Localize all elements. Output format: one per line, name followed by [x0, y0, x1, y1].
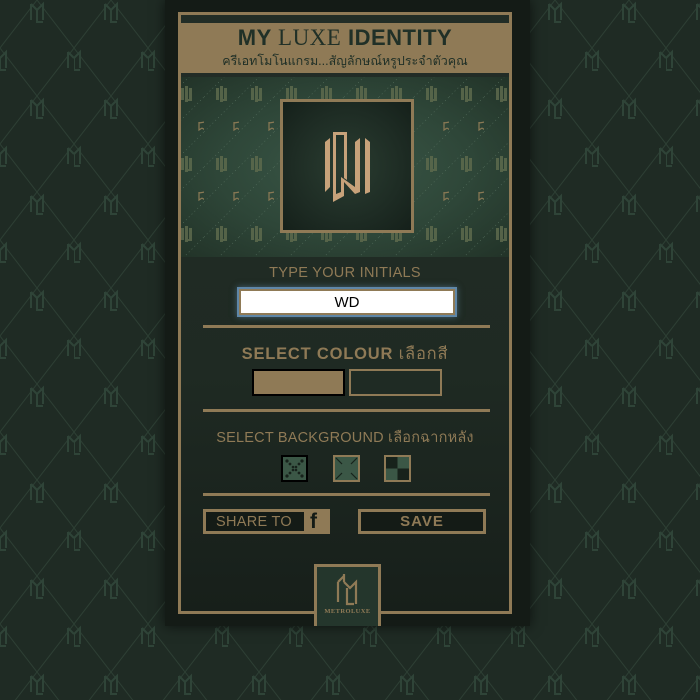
select-background-label-th: เลือกฉากหลัง: [388, 430, 474, 446]
metroluxe-logo-icon: [336, 574, 358, 606]
facebook-glyph: f: [310, 510, 317, 533]
divider: [203, 325, 490, 328]
share-to-facebook-button[interactable]: SHARE TO f: [203, 509, 330, 534]
corner-lines-icon: [335, 457, 358, 480]
page-subtitle: ครีเอทโมโนแกรม...สัญลักษณ์หรูประจำตัวคุณ: [222, 54, 468, 68]
select-colour-label-th: เลือกสี: [398, 345, 449, 363]
monogram-display: [280, 99, 414, 233]
header-banner: MY LUXE IDENTITY ครีเอทโมโนแกรม...สัญลัก…: [181, 23, 509, 73]
background-option-checker[interactable]: [384, 455, 411, 482]
metroluxe-logo: METROLUXE: [314, 564, 381, 626]
colour-option-gold[interactable]: [252, 369, 345, 396]
dot-pattern-icon: [285, 459, 304, 478]
select-background-label: SELECT BACKGROUND เลือกฉากหลัง: [181, 426, 509, 449]
brand-name: METROLUXE: [324, 608, 371, 615]
monogram-creator-card: MY LUXE IDENTITY ครีเอทโมโนแกรม...สัญลัก…: [165, 0, 530, 626]
colour-option-dark-green[interactable]: [349, 369, 442, 396]
title-identity: IDENTITY: [341, 25, 453, 50]
select-colour-label-en: SELECT COLOUR: [241, 345, 394, 363]
title-luxe: LUXE: [278, 25, 342, 50]
divider: [203, 493, 490, 496]
share-label: SHARE TO: [216, 514, 292, 530]
select-background-label-en: SELECT BACKGROUND: [216, 430, 384, 446]
select-colour-label: SELECT COLOUR เลือกสี: [181, 341, 509, 367]
iu-monogram-icon: [325, 132, 370, 202]
background-option-dot-pattern[interactable]: [281, 455, 308, 482]
page-title: MY LUXE IDENTITY: [181, 25, 509, 51]
title-my: MY: [237, 25, 279, 50]
checker-icon: [386, 457, 409, 480]
initials-input[interactable]: [237, 287, 457, 317]
save-button[interactable]: SAVE: [358, 509, 486, 534]
initials-label: TYPE YOUR INITIALS: [269, 265, 421, 281]
monogram-preview: [181, 77, 509, 257]
divider: [203, 409, 490, 412]
gold-frame: MY LUXE IDENTITY ครีเอทโมโนแกรม...สัญลัก…: [178, 12, 512, 626]
facebook-icon: f: [304, 510, 327, 533]
background-option-corner-lines[interactable]: [333, 455, 360, 482]
